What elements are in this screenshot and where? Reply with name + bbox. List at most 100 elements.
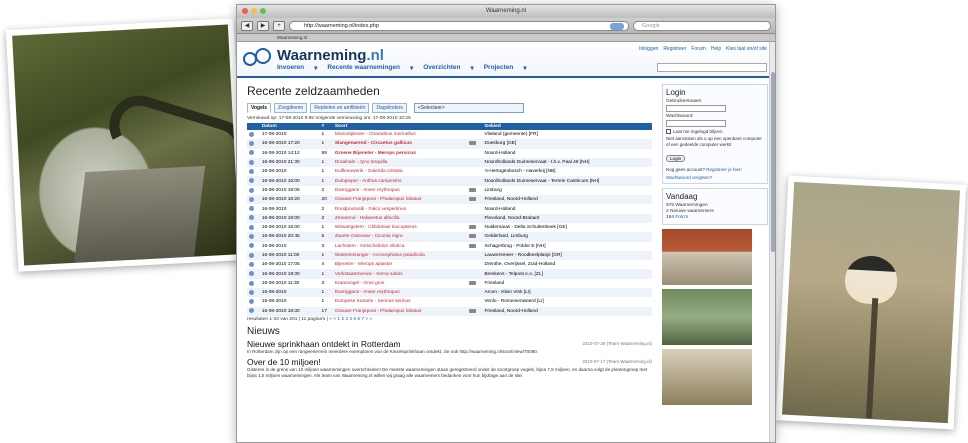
row-area[interactable]: Noord-Holland: [482, 204, 652, 213]
table-row[interactable]: 16-08-2010 14:12 88 Groene Bijeneter - Mer…: [247, 149, 652, 158]
back-button[interactable]: ◀: [241, 20, 253, 31]
row-area[interactable]: Schagerbrug - Polder E [NH]: [482, 242, 652, 251]
row-area[interactable]: Noordhollands Duinreservaat - Terrein Ca…: [482, 176, 652, 186]
row-species[interactable]: Dwerggans - Anser erythropus: [332, 288, 467, 298]
row-photo-icon[interactable]: [466, 306, 483, 316]
nav-invoeren[interactable]: Invoeren: [277, 64, 304, 72]
row-species[interactable]: Roodpootvalk - Falco vespertinus: [333, 204, 467, 213]
row-species[interactable]: Groene Bijeneter - Merops persicus: [333, 149, 467, 158]
row-photo-icon[interactable]: [467, 242, 483, 251]
row-info-icon[interactable]: [247, 279, 260, 288]
row-area[interactable]: Flevoland, Noord-Brabant: [482, 213, 652, 223]
col-soort[interactable]: Soort: [332, 123, 467, 130]
camera-icon[interactable]: [468, 187, 476, 192]
col-count[interactable]: #: [319, 123, 333, 130]
row-species[interactable]: Draaihals - Jynx torquilla: [332, 157, 467, 168]
camera-icon[interactable]: [468, 280, 476, 285]
rss-icon[interactable]: [610, 22, 624, 30]
table-row[interactable]: 15-08-2010 1 Europese Kanarie - Serinus se…: [247, 297, 652, 306]
new-tab-button[interactable]: +: [273, 20, 285, 31]
link-forum[interactable]: Forum: [691, 46, 705, 52]
row-info-icon[interactable]: [247, 130, 260, 139]
row-area[interactable]: Lauwersmeer - Roodkeelplasje [GR]: [482, 250, 652, 261]
camera-icon[interactable]: [468, 197, 476, 202]
zoom-window-button[interactable]: [260, 8, 266, 14]
row-species[interactable]: Morinelplevier - Charadrius morinellus: [333, 130, 467, 139]
login-button[interactable]: Login: [666, 155, 686, 162]
thumbnail-photo[interactable]: [662, 289, 752, 345]
nav-projecten[interactable]: Projecten: [484, 64, 514, 72]
password-field[interactable]: [666, 120, 726, 127]
binoculars-logo-icon[interactable]: [243, 48, 273, 68]
table-row[interactable]: 15-08-2010 1 Dwerggans - Anser erythropus A…: [247, 288, 652, 298]
row-info-icon[interactable]: [247, 157, 260, 168]
tab-dagvlinders[interactable]: Dagvlinders: [372, 103, 407, 113]
row-info-icon[interactable]: [247, 223, 260, 232]
row-species[interactable]: Kuifleeuwerik - Galerida cristata: [333, 167, 467, 176]
minimize-window-button[interactable]: [251, 8, 257, 14]
table-row[interactable]: 16-08-2010 2 Roodpootvalk - Falco vesperti…: [247, 204, 652, 213]
table-row[interactable]: 16-08-2010 16:20 20 Grauwe Franjepoot - Ph…: [247, 195, 652, 205]
nav-overzichten[interactable]: Overzichten: [423, 64, 460, 72]
row-species[interactable]: Bijeneter - Merops apiaster: [333, 260, 467, 269]
tab-reptielen[interactable]: Reptielen en amfibieën: [310, 103, 370, 113]
row-info-icon[interactable]: [247, 242, 260, 251]
row-info-icon[interactable]: [247, 176, 260, 186]
row-species[interactable]: Grauwe Franjepoot - Phalaropus lobatus: [332, 195, 467, 205]
row-info-icon[interactable]: [247, 297, 260, 306]
site-search-input[interactable]: [657, 63, 767, 72]
row-photo-icon[interactable]: [467, 186, 483, 195]
checkbox-icon[interactable]: [666, 129, 671, 134]
row-species[interactable]: Vorkstaartmeeuw - Xema sabini: [332, 269, 467, 279]
row-info-icon[interactable]: [247, 306, 260, 316]
table-row[interactable]: 16-08-2010 16:00 1 Witwangstern - Chlidoni…: [247, 223, 652, 232]
table-row[interactable]: 16-08-2010 17:20 1 Slangenarend - Circaetu…: [247, 139, 652, 149]
link-registreer[interactable]: Registreer: [663, 46, 686, 52]
row-species[interactable]: Kraanvogel - Grus grus: [333, 279, 467, 288]
col-gebied[interactable]: Gebied: [482, 123, 652, 130]
col-datum[interactable]: Datum: [259, 123, 320, 130]
row-photo-icon[interactable]: [466, 139, 483, 149]
row-area[interactable]: Limburg: [482, 186, 652, 195]
table-row[interactable]: 16-08-2010 18:00 2 Zeearend - Haliaeetus a…: [247, 213, 652, 223]
row-area[interactable]: Venlo - Romeinenweerd [LI]: [482, 297, 652, 306]
table-row[interactable]: 16-08-2010 19:30 1 Vorkstaartmeeuw - Xema …: [247, 269, 652, 279]
table-row[interactable]: 16-08-2010 19:06 2 Dwerggans - Anser eryth…: [247, 186, 652, 195]
camera-icon[interactable]: [468, 234, 476, 239]
group-select[interactable]: <Selecteer>: [413, 103, 524, 113]
row-area[interactable]: Drenthe, Overijssel, Zuid-Holland: [482, 260, 652, 269]
row-photo-icon[interactable]: [467, 223, 483, 232]
row-species[interactable]: Waterrietzanger - Acrocephalus paludicol…: [332, 250, 467, 261]
remember-me-checkbox[interactable]: Laat me ingelogd blijven: [666, 129, 764, 134]
row-info-icon[interactable]: [247, 288, 260, 298]
row-species[interactable]: Slangenarend - Circaetus gallicus: [332, 139, 467, 149]
table-row[interactable]: 16-08-2010 1 Kuifleeuwerik - Galerida cris…: [247, 167, 652, 176]
row-photo-icon[interactable]: [467, 279, 483, 288]
camera-icon[interactable]: [468, 141, 476, 146]
thumbnail-photo[interactable]: [662, 349, 752, 405]
google-search-input[interactable]: Google: [633, 20, 771, 31]
row-area[interactable]: Vlieland (gemeente) [FR]: [482, 130, 652, 139]
page-scrollbar[interactable]: [769, 42, 775, 442]
row-area[interactable]: Breskens - Telpost e.o. [ZL]: [482, 269, 652, 279]
tab-zoogdieren[interactable]: Zoogdieren: [274, 103, 308, 113]
username-field[interactable]: [666, 105, 726, 112]
today-photos-link[interactable]: Foto's: [675, 215, 688, 220]
row-area[interactable]: Friesland, Noord-Holland: [482, 195, 652, 205]
pagination-links[interactable]: « < 1 2 3 4 5 6 7 > »: [329, 317, 372, 322]
row-photo-icon[interactable]: [466, 232, 483, 242]
link-help[interactable]: Help: [711, 46, 721, 52]
row-area[interactable]: Gelderland, Limburg: [482, 232, 652, 242]
camera-icon[interactable]: [468, 243, 476, 248]
row-info-icon[interactable]: [247, 260, 260, 269]
table-row[interactable]: 16-08-2010 20:45 5 Zwarte Ooievaar - Cicon…: [247, 232, 652, 242]
link-kies-taal[interactable]: Kies taal en/of site: [726, 46, 767, 52]
table-row[interactable]: 16-08-2010 21:30 1 Draaihals - Jynx torqui…: [247, 157, 652, 168]
row-info-icon[interactable]: [247, 186, 260, 195]
forgot-password-link[interactable]: Wachtwoord vergeten?: [666, 175, 764, 181]
register-link[interactable]: Registreer je hier!: [706, 167, 742, 172]
row-area[interactable]: Friesland, Noord-Holland: [482, 306, 652, 316]
row-info-icon[interactable]: [247, 149, 260, 158]
tab-vogels[interactable]: Vogels: [247, 103, 272, 113]
row-info-icon[interactable]: [247, 250, 260, 261]
